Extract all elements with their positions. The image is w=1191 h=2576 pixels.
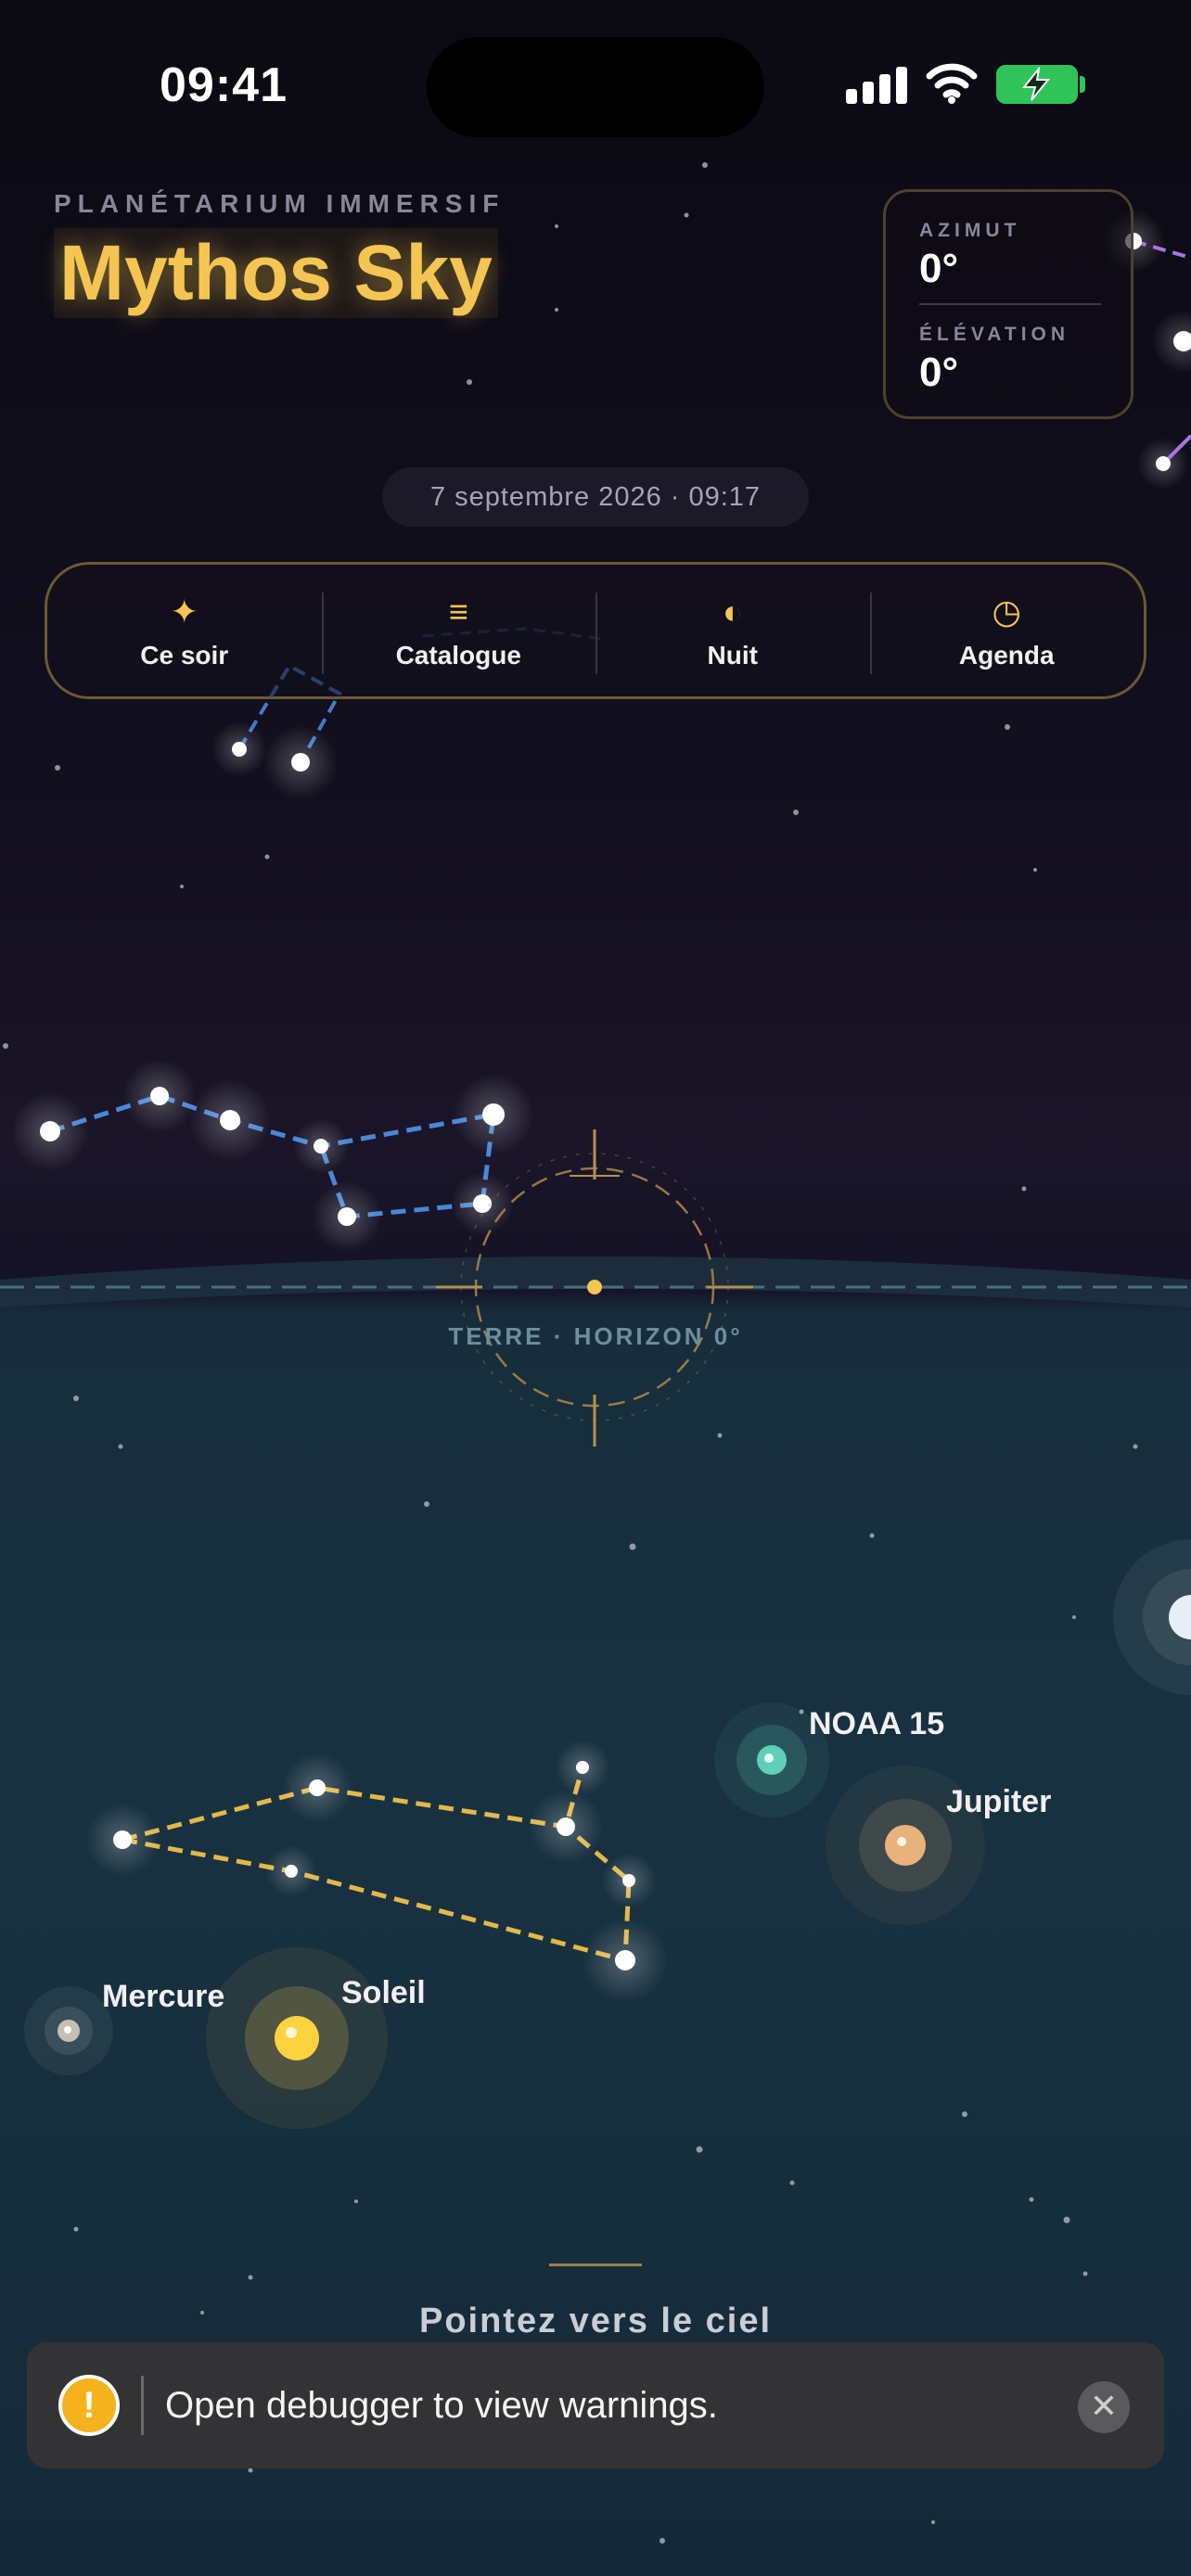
constellation-blue-stars: [11, 1059, 534, 1252]
coordinates-divider: [919, 303, 1101, 305]
warning-icon: !: [58, 2375, 120, 2436]
coordinates-card: AZIMUT 0° ÉLÉVATION 0°: [883, 189, 1133, 419]
nav-item-ce-soir[interactable]: ✦ Ce soir: [47, 565, 322, 696]
date-time-pill[interactable]: 7 septembre 2026 · 09:17: [382, 467, 809, 527]
elevation-value: 0°: [919, 350, 959, 395]
toast-message: Open debugger to view warnings.: [165, 2385, 718, 2426]
planet-label-mercure[interactable]: Mercure: [102, 1979, 224, 2015]
elevation-label: ÉLÉVATION: [919, 324, 1070, 345]
list-icon: ≡: [448, 593, 468, 631]
nav-item-catalogue[interactable]: ≡ Catalogue: [321, 565, 596, 696]
app-subtitle: PLANÉTARIUM IMMERSIF: [54, 189, 506, 218]
nav-label: Catalogue: [395, 641, 521, 670]
edge-planet: [1113, 1539, 1191, 1695]
nav-item-agenda[interactable]: ◷ Agenda: [869, 565, 1145, 696]
app-title: Mythos Sky: [54, 228, 498, 318]
constellation-gold-stars: [85, 1740, 668, 2003]
prompt-divider: [549, 2264, 642, 2266]
sparkle-icon: ✦: [170, 593, 198, 631]
azimuth-label: AZIMUT: [919, 220, 1021, 241]
toast-divider: [141, 2376, 144, 2435]
close-icon[interactable]: ✕: [1078, 2381, 1130, 2433]
planet-mercure-marker: [24, 1986, 113, 2075]
horizon-label: TERRE · HORIZON 0°: [448, 1322, 743, 1350]
half-moon-icon: ◐: [722, 593, 743, 631]
clock-icon: ◷: [992, 593, 1021, 631]
satellite-label-noaa15[interactable]: NOAA 15: [809, 1706, 944, 1742]
constellation-blue: [49, 1093, 496, 1219]
nav-item-nuit[interactable]: ◐ Nuit: [596, 565, 870, 696]
nav-label: Nuit: [707, 641, 758, 670]
nav-label: Agenda: [958, 641, 1055, 670]
azimuth-value: 0°: [919, 246, 959, 291]
point-sky-prompt: Pointez vers le ciel: [418, 2302, 773, 2340]
main-nav: ✦ Ce soir ≡ Catalogue ◐ Nuit ◷ Agenda: [45, 562, 1146, 699]
sun-label[interactable]: Soleil: [341, 1975, 426, 2011]
planet-label-jupiter[interactable]: Jupiter: [946, 1784, 1051, 1820]
nav-label: Ce soir: [140, 641, 229, 670]
